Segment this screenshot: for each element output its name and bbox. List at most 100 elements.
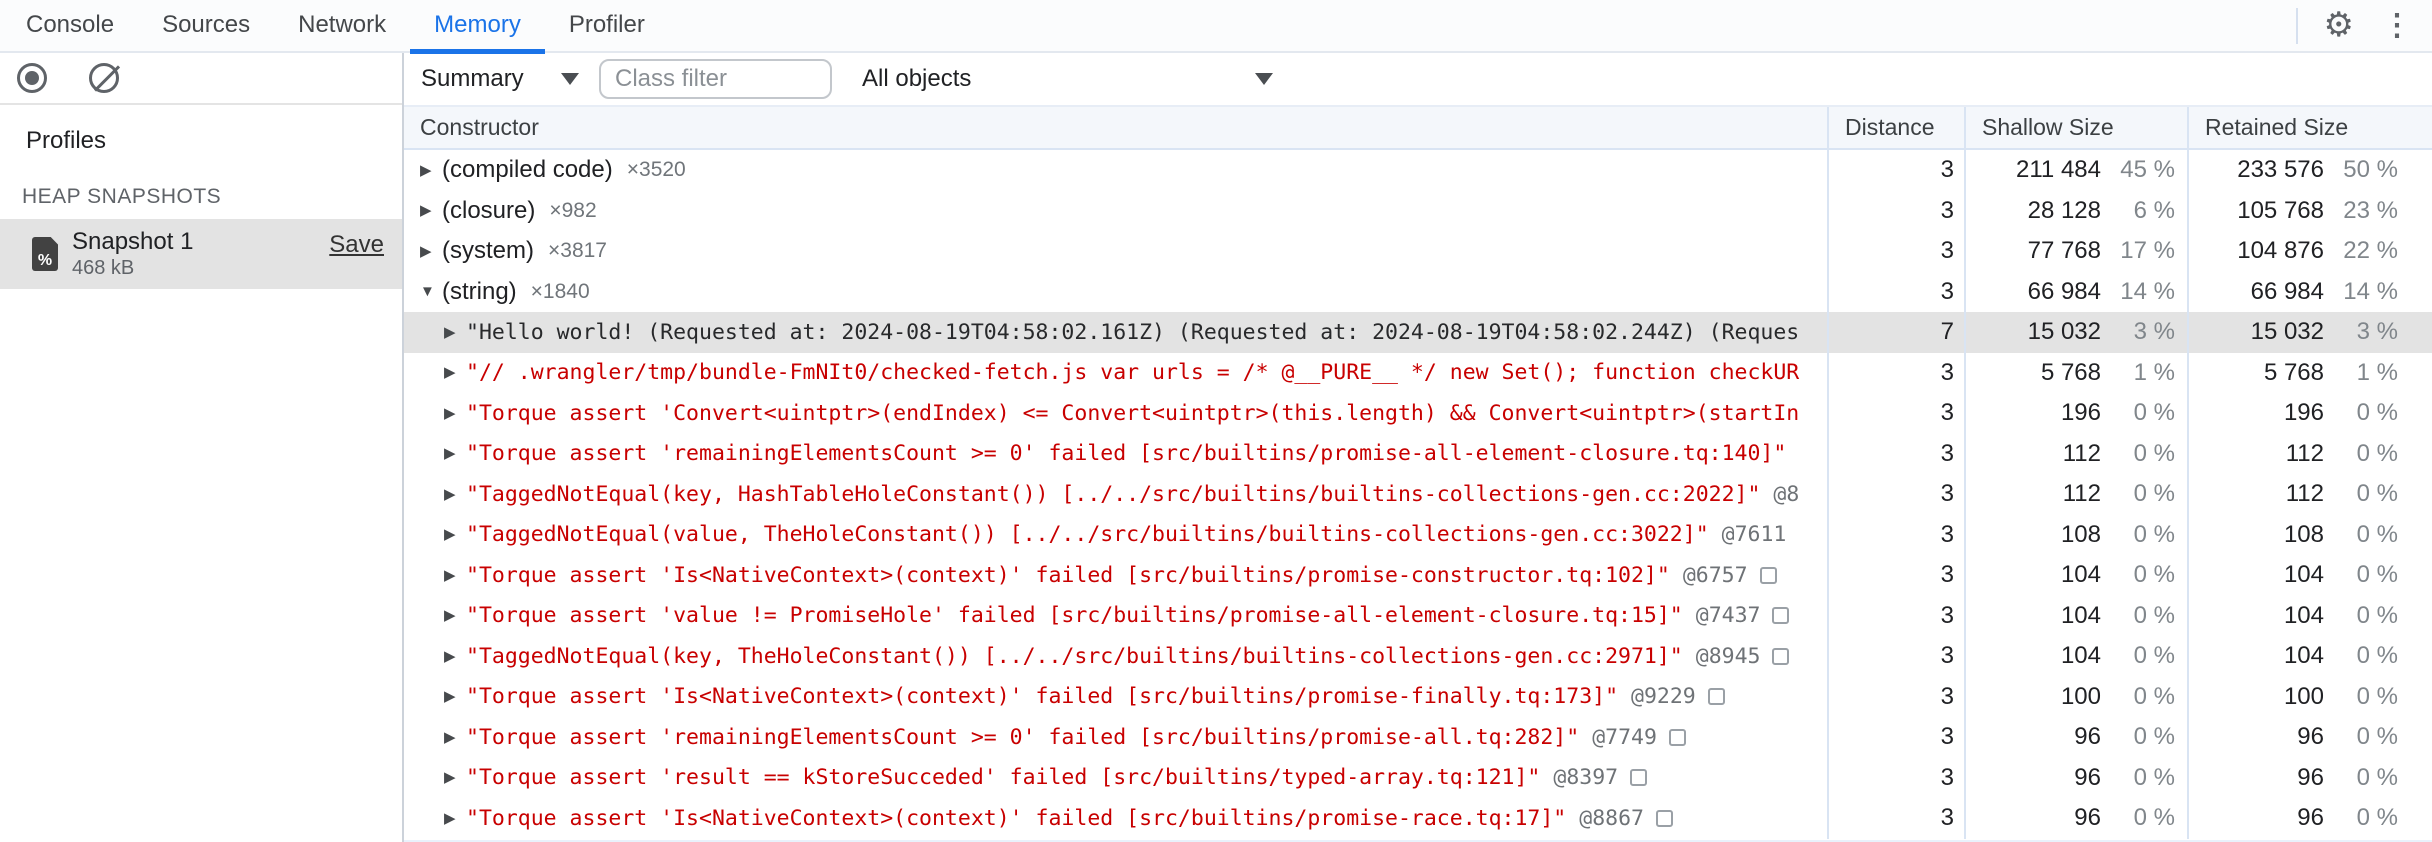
save-snapshot-link[interactable]: Save (329, 231, 384, 259)
record-heap-snapshot-icon[interactable] (17, 63, 47, 93)
table-row[interactable]: ▶ "Torque assert 'Convert<uintptr>(endInd… (404, 393, 2432, 434)
tab-network[interactable]: Network (274, 0, 410, 52)
chevron-collapsed-icon[interactable]: ▶ (444, 406, 466, 421)
table-row[interactable]: ▶ "Hello world! (Requested at: 2024-08-19… (404, 312, 2432, 353)
clear-profiles-icon[interactable] (89, 63, 119, 93)
shallow-size-cell: 28 128 6 % (1966, 190, 2189, 231)
reveal-object-icon[interactable] (1772, 607, 1790, 625)
chevron-down-icon (1255, 73, 1273, 85)
column-header-constructor[interactable]: Constructor (404, 107, 1829, 148)
chevron-collapsed-icon[interactable]: ▶ (444, 649, 466, 664)
chevron-collapsed-icon[interactable]: ▶ (444, 568, 466, 583)
sidebar-item-snapshot-1[interactable]: % Snapshot 1 468 kB Save (0, 219, 402, 289)
devtools-memory-panel: Console Sources Network Memory Profiler ⚙ ⋮ … (0, 0, 2432, 842)
kebab-menu-icon[interactable]: ⋮ (2382, 0, 2412, 52)
column-header-retained-size[interactable]: Retained Size (2189, 107, 2432, 148)
retained-size-percent: 0 % (2356, 804, 2398, 832)
constructor-cell: ▶ "Torque assert 'Is<NativeContext>(conte… (404, 676, 1829, 717)
table-row[interactable]: ▶ "Torque assert 'remainingElementsCount … (404, 717, 2432, 758)
table-row[interactable]: ▶ "Torque assert 'Is<NativeContext>(conte… (404, 798, 2432, 839)
reveal-object-icon[interactable] (1668, 728, 1686, 746)
constructor-cell: ▶ "TaggedNotEqual(key, TheHoleConstant())… (404, 636, 1829, 677)
table-row[interactable]: ▶ "Torque assert 'Is<NativeContext>(conte… (404, 676, 2432, 717)
table-row[interactable]: ▶ "Torque assert 'remainingElementsCount … (404, 433, 2432, 474)
shallow-size-value: 96 (2074, 723, 2101, 751)
chevron-collapsed-icon[interactable]: ▶ (420, 163, 442, 178)
table-row[interactable]: ▶ "Torque assert 'result == kStoreSuccede… (404, 757, 2432, 798)
object-id: @8397 (1553, 765, 1619, 791)
chevron-collapsed-icon[interactable]: ▶ (420, 203, 442, 218)
chevron-collapsed-icon[interactable]: ▶ (444, 689, 466, 704)
retained-size-cell: 105 768 23 % (2189, 191, 2432, 232)
snapshot-name: Snapshot 1 (72, 228, 194, 255)
chevron-collapsed-icon[interactable]: ▶ (444, 770, 466, 785)
table-row[interactable]: ▶ "TaggedNotEqual(key, HashTableHoleConst… (404, 474, 2432, 515)
reveal-object-icon[interactable] (1772, 647, 1790, 665)
reveal-object-icon[interactable] (1707, 688, 1725, 706)
chevron-collapsed-icon[interactable]: ▶ (444, 730, 466, 745)
chevron-collapsed-icon[interactable]: ▶ (420, 244, 442, 259)
column-header-distance[interactable]: Distance (1829, 107, 1966, 148)
shallow-size-cell: 15 032 3 % (1966, 312, 2189, 353)
shallow-size-cell: 100 0 % (1966, 676, 2189, 717)
table-row[interactable]: ▶ "Torque assert 'value != PromiseHole' f… (404, 595, 2432, 636)
table-row[interactable]: ▶ (system) ×3817 3 77 768 17 % 104 876 22 % (404, 231, 2432, 272)
shallow-size-cell: 66 984 14 % (1966, 271, 2189, 312)
constructor-cell: ▶ "TaggedNotEqual(key, HashTableHoleConst… (404, 474, 1829, 515)
chevron-collapsed-icon[interactable]: ▶ (444, 527, 466, 542)
shallow-size-percent: 0 % (2133, 723, 2175, 751)
table-row[interactable]: ▶ "Torque assert 'Is<NativeContext>(conte… (404, 555, 2432, 596)
tab-memory[interactable]: Memory (410, 0, 545, 54)
chevron-expanded-icon[interactable]: ▼ (420, 284, 442, 299)
tab-console[interactable]: Console (2, 0, 138, 52)
string-value: "TaggedNotEqual(key, TheHoleConstant()) … (466, 643, 1683, 669)
chevron-collapsed-icon[interactable]: ▶ (444, 811, 466, 826)
chevron-collapsed-icon[interactable]: ▶ (444, 608, 466, 623)
chevron-collapsed-icon[interactable]: ▶ (444, 325, 466, 340)
objects-select-label: All objects (862, 65, 972, 92)
view-select[interactable]: Summary (421, 53, 579, 105)
retained-size-percent: 14 % (2343, 277, 2398, 305)
column-header-shallow-size[interactable]: Shallow Size (1966, 107, 2189, 148)
shallow-size-cell: 112 0 % (1966, 474, 2189, 515)
tab-profiler[interactable]: Profiler (545, 0, 669, 52)
distance-cell: 3 (1829, 757, 1966, 798)
retained-size-value: 105 768 (2237, 196, 2324, 224)
shallow-size-value: 196 (2060, 399, 2101, 427)
retained-size-value: 112 (2285, 439, 2324, 467)
tab-sources[interactable]: Sources (138, 0, 274, 52)
table-row[interactable]: ▶ "// .wrangler/tmp/bundle-FmNIt0/checked… (404, 352, 2432, 393)
shallow-size-value: 15 032 (2027, 318, 2101, 346)
shallow-size-cell: 96 0 % (1966, 757, 2189, 798)
retained-size-percent: 1 % (2356, 358, 2398, 386)
shallow-size-cell: 104 0 % (1966, 555, 2189, 596)
retained-size-percent: 23 % (2343, 196, 2398, 224)
shallow-size-cell: 5 768 1 % (1966, 352, 2189, 393)
shallow-size-percent: 0 % (2133, 763, 2175, 791)
distance-cell: 3 (1829, 271, 1966, 312)
chevron-collapsed-icon[interactable]: ▶ (444, 487, 466, 502)
objects-select[interactable]: All objects (862, 53, 1273, 105)
chevron-collapsed-icon[interactable]: ▶ (444, 446, 466, 461)
object-id: @8 (1773, 481, 1800, 507)
class-filter-input[interactable] (599, 59, 832, 99)
reveal-object-icon[interactable] (1655, 809, 1673, 827)
retained-size-value: 112 (2285, 480, 2324, 508)
object-id: @7611 (1721, 522, 1787, 548)
shallow-size-cell: 96 0 % (1966, 798, 2189, 839)
table-row[interactable]: ▶ (compiled code) ×3520 3 211 484 45 % 233 576… (404, 150, 2432, 191)
shallow-size-value: 96 (2074, 763, 2101, 791)
distance-cell: 3 (1829, 190, 1966, 231)
reveal-object-icon[interactable] (1759, 566, 1777, 584)
shallow-size-percent: 1 % (2133, 358, 2175, 386)
table-row[interactable]: ▼ (string) ×1840 3 66 984 14 % 66 984 14 % (404, 271, 2432, 312)
shallow-size-percent: 0 % (2133, 399, 2175, 427)
gear-icon[interactable]: ⚙ (2324, 0, 2354, 52)
table-row[interactable]: ▶ (closure) ×982 3 28 128 6 % 105 768 23 % (404, 190, 2432, 232)
reveal-object-icon[interactable] (1630, 769, 1648, 787)
chevron-collapsed-icon[interactable]: ▶ (444, 365, 466, 380)
table-row[interactable]: ▶ "TaggedNotEqual(key, TheHoleConstant())… (404, 636, 2432, 677)
constructor-cell: ▶ "Torque assert 'Is<NativeContext>(conte… (404, 798, 1829, 839)
profiles-toolbar (0, 53, 402, 105)
table-row[interactable]: ▶ "TaggedNotEqual(value, TheHoleConstant(… (404, 514, 2432, 555)
